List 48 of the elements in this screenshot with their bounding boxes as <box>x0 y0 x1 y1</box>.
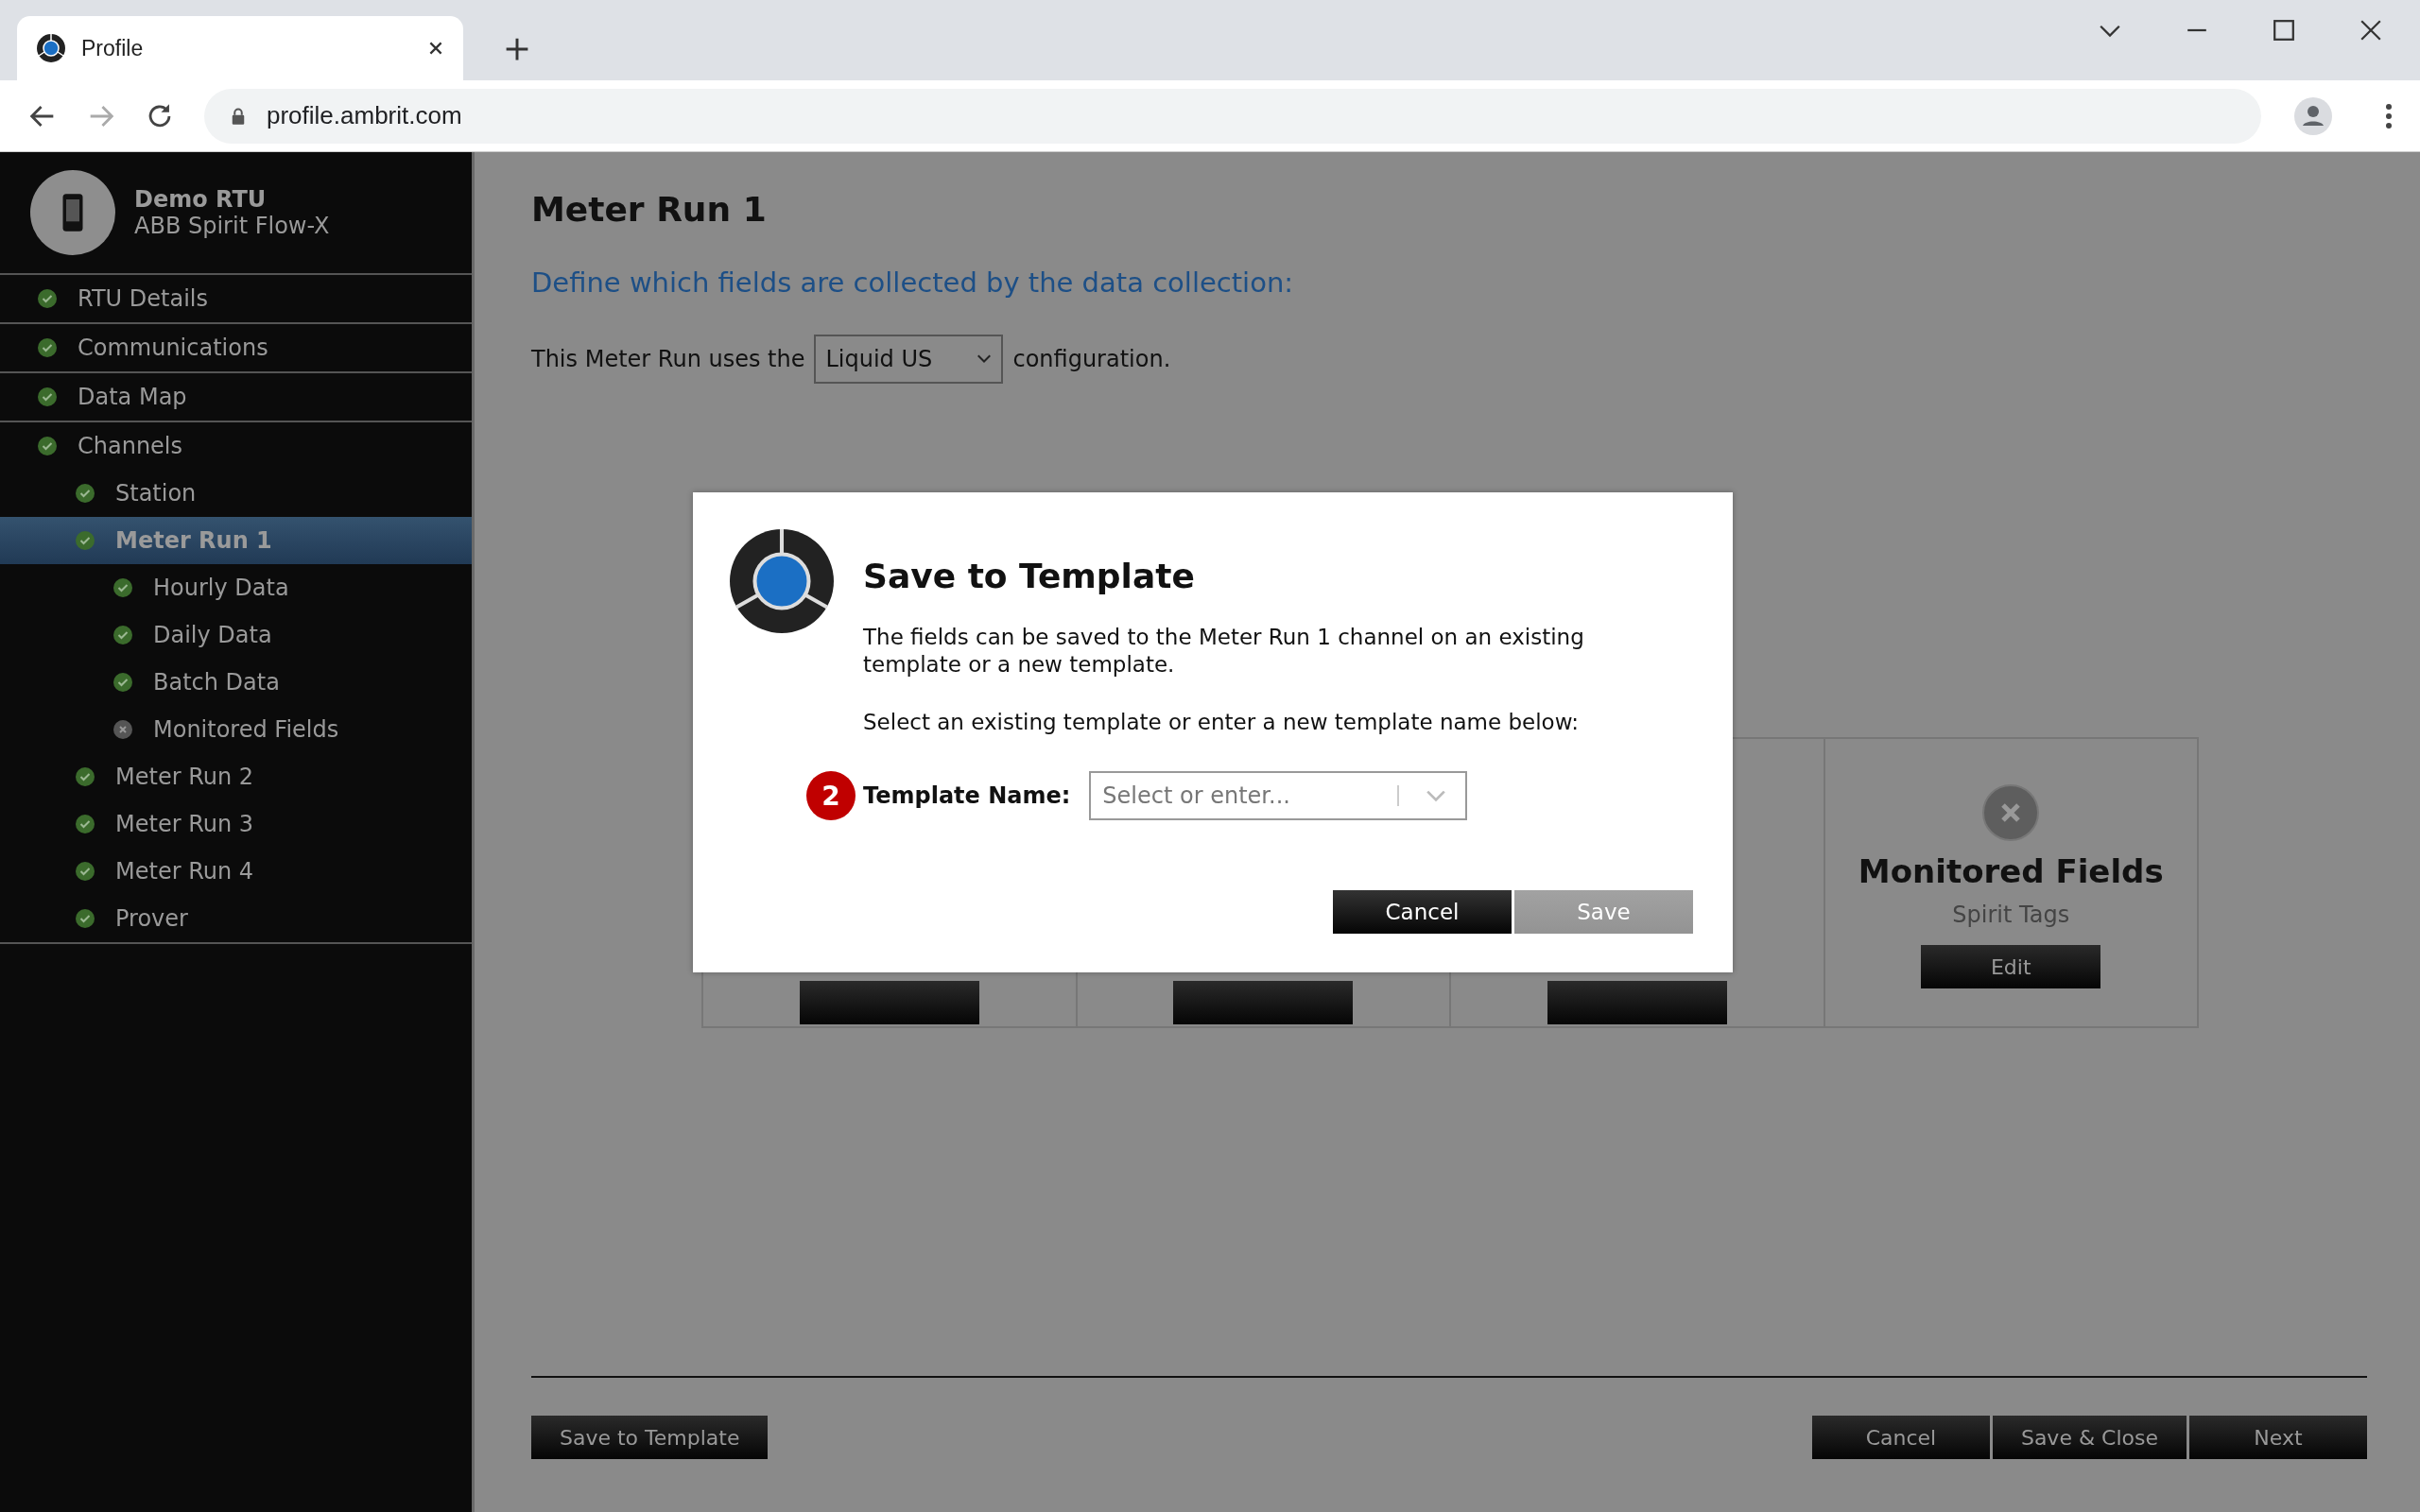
sidebar-item[interactable]: Station <box>0 470 472 517</box>
step-badge: 2 <box>806 771 856 821</box>
sidebar-item[interactable]: Daily Data <box>0 611 472 659</box>
close-icon[interactable] <box>427 40 444 57</box>
configuration-dropdown[interactable]: Liquid US <box>814 335 1004 384</box>
dialog-instruction: Select an existing template or enter a new template name below: <box>863 708 1580 736</box>
template-name-field[interactable]: Select or enter... <box>1089 771 1468 821</box>
sidebar-item[interactable]: Data Map <box>0 373 472 421</box>
device-model: ABB Spirit Flow-X <box>134 213 330 239</box>
address-bar[interactable]: profile.ambrit.com <box>204 88 2261 144</box>
sidebar-item[interactable]: Meter Run 2 <box>0 753 472 800</box>
sidebar-item[interactable]: Hourly Data <box>0 564 472 611</box>
dialog-button[interactable]: Cancel <box>1333 890 1512 935</box>
caret-icon <box>977 354 993 364</box>
sidebar-item[interactable]: Batch Data <box>0 659 472 706</box>
logo-icon <box>36 33 66 63</box>
browser-tab[interactable]: Profile <box>17 16 463 80</box>
sidebar-item[interactable]: Communications <box>0 324 472 371</box>
footer-button[interactable]: Save & Close <box>1992 1416 2187 1459</box>
maximize-icon[interactable] <box>2271 17 2297 43</box>
config-text: configuration. <box>1012 346 1171 372</box>
sidebar-item[interactable]: Prover <box>0 895 472 942</box>
sidebar-item[interactable]: Monitored Fields <box>0 706 472 753</box>
tab-title: Profile <box>81 35 145 61</box>
footer-button[interactable]: Next <box>2189 1416 2367 1459</box>
chevron-down-icon <box>1426 789 1447 803</box>
field-label: Template Name: <box>863 782 1071 810</box>
footer-button[interactable]: Cancel <box>1811 1416 1990 1459</box>
section-heading: Define which fields are collected by the data collection: <box>531 266 1295 299</box>
edit-button[interactable]: Edit <box>1921 945 2101 988</box>
phone-icon <box>61 193 84 232</box>
plus-icon[interactable] <box>505 37 529 61</box>
menu-icon[interactable] <box>2385 102 2393 129</box>
card-subtitle: Spirit Tags <box>1952 902 2070 928</box>
sidebar-item[interactable]: Channels <box>0 422 472 470</box>
sidebar-item[interactable]: RTU Details <box>0 275 472 322</box>
dialog-message: The fields can be saved to the Meter Run 1 channel on an existing template or a new template. <box>863 624 1585 679</box>
sidebar-item[interactable]: Meter Run 3 <box>0 800 472 848</box>
sidebar-item[interactable]: Meter Run 4 <box>0 848 472 895</box>
config-text: This Meter Run uses the <box>531 346 805 372</box>
footer-button[interactable]: Save to Template <box>531 1416 769 1459</box>
profile-icon[interactable] <box>2294 96 2332 135</box>
logo-icon <box>729 528 835 634</box>
dialog-title: Save to Template <box>863 557 1196 595</box>
card-title: Monitored Fields <box>1858 852 2164 890</box>
url-text: profile.ambrit.com <box>267 101 462 130</box>
page-title: Meter Run 1 <box>531 190 768 229</box>
device-name: Demo RTU <box>134 186 268 213</box>
